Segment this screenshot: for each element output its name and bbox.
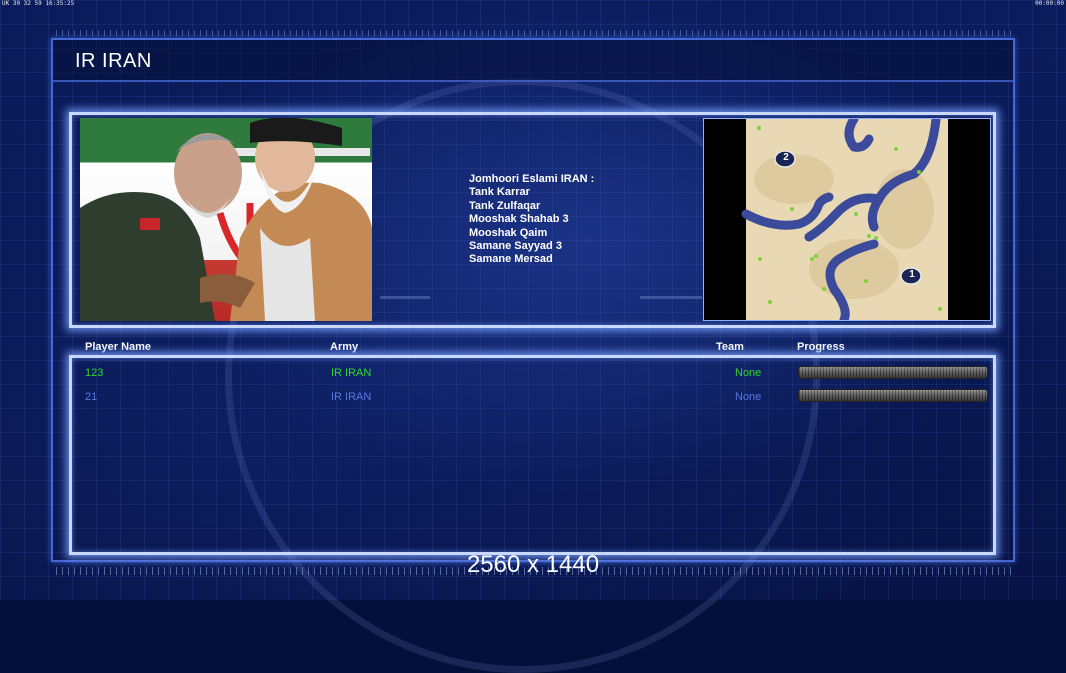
column-header-team: Team — [716, 341, 744, 353]
hud-left-readout: UK 30 32 59 16:35:25 — [2, 0, 75, 7]
faction-portrait — [80, 118, 372, 321]
player-army: IR IRAN — [331, 391, 372, 403]
faction-description-line: Tank Karrar — [469, 186, 530, 199]
faction-description: Jomhoori Eslami IRAN : Tank Karrar Tank … — [469, 173, 594, 267]
column-header-player-name: Player Name — [85, 341, 152, 353]
column-header-progress: Progress — [797, 341, 845, 353]
minimap-terrain — [741, 114, 948, 325]
faction-description-line: Mooshak Shahab 3 — [469, 213, 569, 226]
player-team: None — [735, 391, 762, 403]
player-army: IR IRAN — [331, 367, 372, 379]
bottom-ruler — [56, 567, 1011, 575]
start-position-2-label: 2 — [783, 152, 789, 163]
progress-bar — [798, 366, 988, 379]
faction-description-line: Tank Zulfaqar — [469, 199, 541, 212]
player-name: 21 — [85, 391, 98, 403]
faction-description-line: Mooshak Qaim — [469, 226, 548, 239]
top-ruler — [56, 30, 1011, 36]
start-position-1-label: 1 — [909, 269, 915, 280]
column-header-army: Army — [330, 341, 359, 353]
minimap[interactable]: 2 1 — [703, 114, 991, 325]
title-bar — [53, 40, 1013, 82]
player-name: 123 — [85, 367, 104, 379]
faction-description-line: Samane Mersad — [469, 253, 553, 266]
player-team: None — [735, 367, 762, 379]
hud-right-readout: 00:00:00 — [1035, 0, 1064, 7]
progress-bar — [798, 389, 988, 402]
page-title: IR IRAN — [75, 50, 152, 72]
players-panel — [69, 355, 996, 555]
faction-description-line: Jomhoori Eslami IRAN : — [469, 173, 595, 185]
faction-description-line: Samane Sayyad 3 — [469, 240, 562, 253]
faction-portrait-art — [80, 118, 372, 321]
